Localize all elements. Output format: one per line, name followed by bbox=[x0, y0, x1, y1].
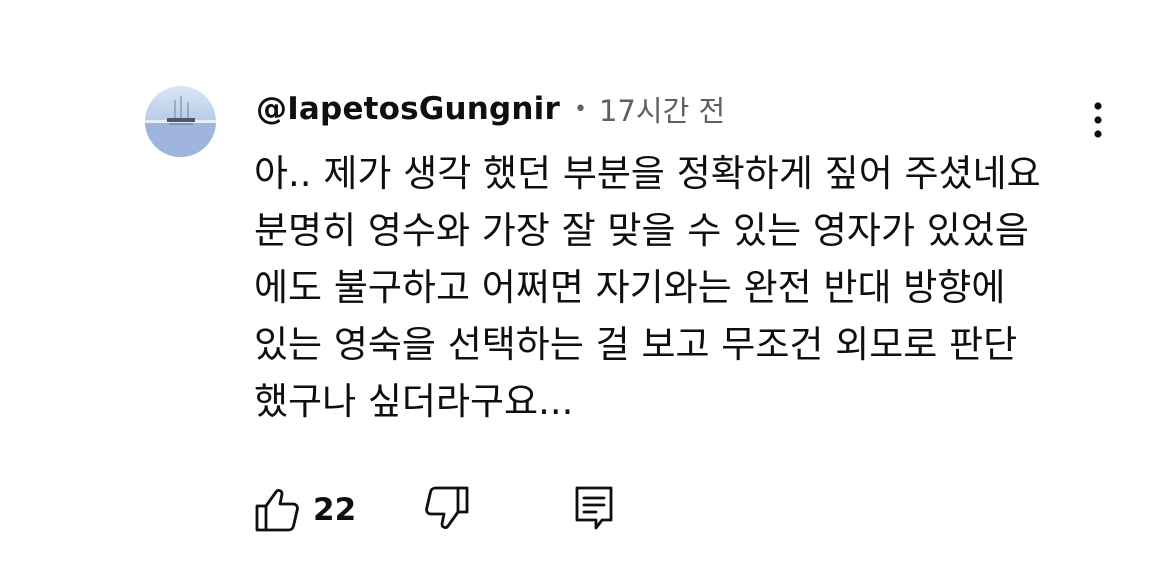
comment-text-line: 했구나 싶더라구요... bbox=[254, 380, 574, 423]
published-time[interactable]: 17시간 전 bbox=[599, 88, 725, 130]
comment-header: @IapetosGungnir • 17시간 전 bbox=[256, 86, 725, 132]
reply-button[interactable] bbox=[572, 484, 620, 534]
more-vertical-icon bbox=[1094, 102, 1102, 138]
like-count: 22 bbox=[313, 492, 357, 528]
comment-thread-item: @IapetosGungnir • 17시간 전 아.. 제가 생각 했던 부분… bbox=[0, 0, 1170, 564]
comment-text-line: 아.. 제가 생각 했던 부분을 정확하게 짚어 주셨네요 bbox=[254, 152, 1041, 195]
comment-text-line: 에도 불구하고 어쩌면 자기와는 완전 반대 방향에 bbox=[254, 266, 1006, 309]
dislike-button[interactable] bbox=[422, 484, 470, 534]
comment-text-line: 분명히 영수와 가장 잘 맞을 수 있는 영자가 있었음 bbox=[254, 209, 1029, 252]
like-button[interactable] bbox=[254, 484, 302, 534]
author-name[interactable]: @IapetosGungnir bbox=[256, 91, 560, 127]
comment-text: 아.. 제가 생각 했던 부분을 정확하게 짚어 주셨네요 분명히 영수와 가장… bbox=[254, 145, 1114, 430]
avatar-image bbox=[145, 86, 216, 157]
thumbs-up-icon bbox=[255, 489, 299, 532]
avatar[interactable] bbox=[145, 86, 216, 157]
comment-reply-icon bbox=[575, 486, 613, 530]
comment-text-line: 있는 영숙을 선택하는 걸 보고 무조건 외모로 판단 bbox=[254, 323, 1018, 366]
header-separator: • bbox=[574, 96, 587, 122]
thumbs-down-icon bbox=[425, 486, 469, 529]
more-actions-button[interactable] bbox=[1082, 100, 1114, 140]
